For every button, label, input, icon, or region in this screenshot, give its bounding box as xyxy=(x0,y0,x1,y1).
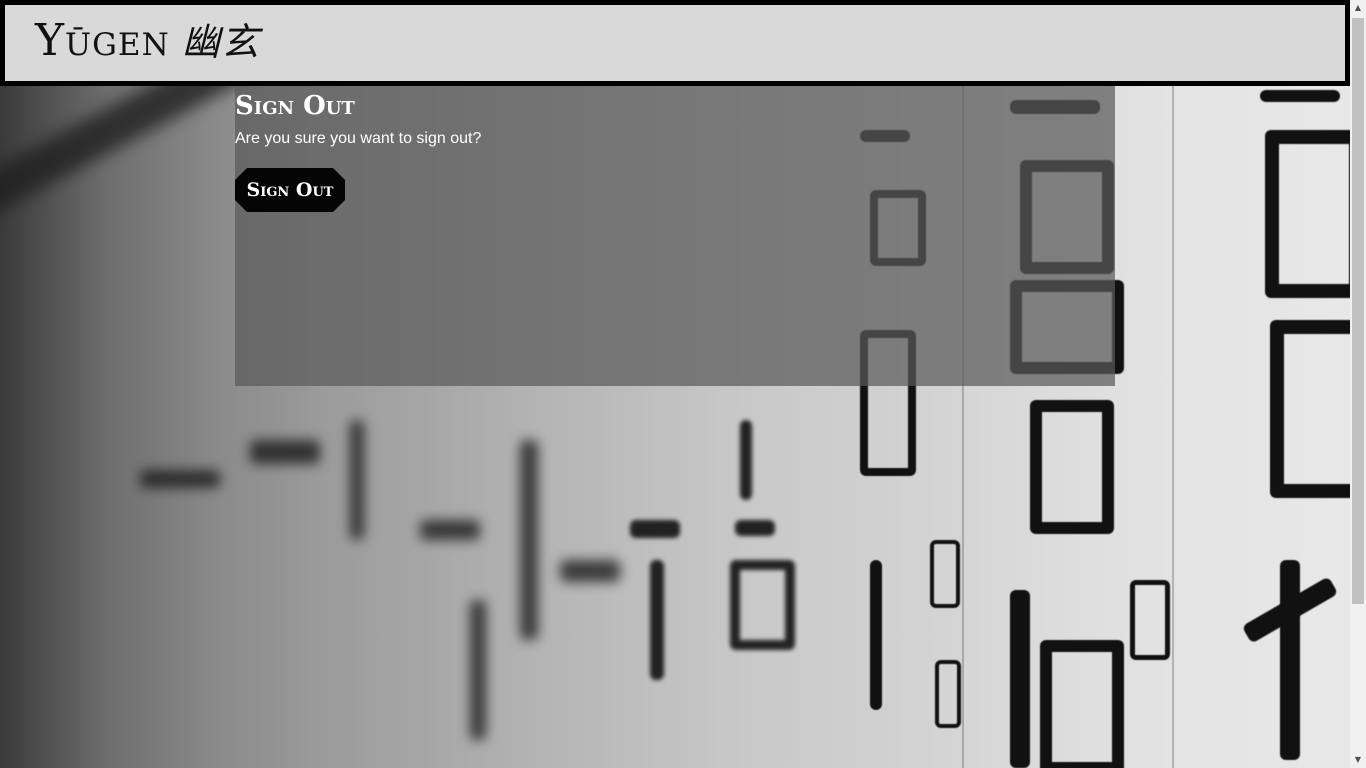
brand-name: Yūgen xyxy=(35,15,170,66)
sign-out-button[interactable]: Sign Out xyxy=(235,168,345,212)
calligraphy-stroke xyxy=(1280,560,1300,760)
calligraphy-stroke xyxy=(1030,400,1114,534)
wood-panel-seam xyxy=(1172,0,1174,768)
calligraphy-stroke xyxy=(1260,90,1340,102)
calligraphy-stroke xyxy=(870,560,882,710)
brand-kanji: 幽玄 xyxy=(181,20,260,64)
calligraphy-stroke xyxy=(350,420,364,540)
scrollbar-thumb[interactable] xyxy=(1352,18,1364,604)
calligraphy-stroke xyxy=(730,560,795,650)
page-title: Sign Out xyxy=(235,91,355,121)
calligraphy-stroke xyxy=(560,560,620,582)
calligraphy-stroke xyxy=(650,560,664,680)
calligraphy-stroke xyxy=(250,440,320,464)
calligraphy-stroke xyxy=(1265,130,1350,298)
calligraphy-stroke xyxy=(735,520,775,536)
calligraphy-stroke xyxy=(930,540,960,608)
header-bar: Yūgen 幽玄 xyxy=(5,5,1345,81)
calligraphy-stroke xyxy=(470,600,486,740)
calligraphy-stroke xyxy=(935,660,961,728)
calligraphy-stroke xyxy=(1010,590,1030,768)
signout-panel: Sign Out Are you sure you want to sign o… xyxy=(235,86,1115,386)
signout-message: Are you sure you want to sign out? xyxy=(235,130,482,147)
calligraphy-stroke xyxy=(740,420,752,500)
scroll-up-arrow-icon[interactable]: ▲ xyxy=(1350,0,1366,16)
site-logo[interactable]: Yūgen 幽玄 xyxy=(35,19,260,63)
vertical-scrollbar[interactable]: ▲ ▼ xyxy=(1350,0,1366,768)
site-header: Yūgen 幽玄 xyxy=(0,0,1350,86)
calligraphy-stroke xyxy=(1130,580,1170,660)
calligraphy-stroke xyxy=(420,520,480,540)
calligraphy-stroke xyxy=(520,440,538,640)
calligraphy-stroke xyxy=(140,470,220,488)
calligraphy-stroke xyxy=(630,520,680,538)
scroll-down-arrow-icon[interactable]: ▼ xyxy=(1350,752,1366,768)
calligraphy-stroke xyxy=(1040,640,1124,768)
calligraphy-stroke xyxy=(1270,320,1350,498)
